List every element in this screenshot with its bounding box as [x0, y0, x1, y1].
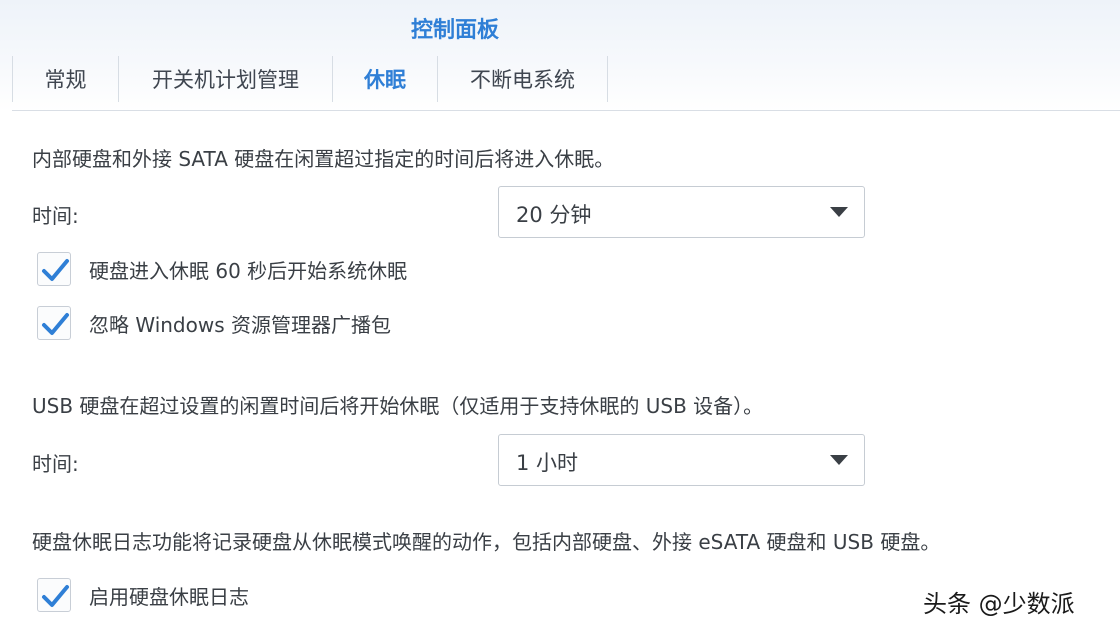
hibernation-log-checkbox[interactable]	[37, 578, 71, 612]
ignore-broadcast-option[interactable]: 忽略 Windows 资源管理器广播包	[37, 306, 391, 340]
hibernation-log-label: 启用硬盘休眠日志	[89, 584, 249, 609]
system-hibernate-option[interactable]: 硬盘进入休眠 60 秒后开始系统休眠	[37, 252, 407, 286]
ignore-broadcast-checkbox[interactable]	[37, 306, 71, 340]
watermark: 头条 @少数派	[923, 590, 1075, 618]
window-header: 控制面板 常规 开关机计划管理 休眠 不断电系统	[0, 0, 1120, 112]
system-hibernate-label: 硬盘进入休眠 60 秒后开始系统休眠	[89, 258, 408, 283]
tab-hibernation[interactable]: 休眠	[333, 56, 438, 102]
window-title: 控制面板	[410, 18, 499, 43]
tab-general[interactable]: 常规	[13, 56, 119, 102]
checkmark-icon	[42, 259, 69, 281]
system-hibernate-checkbox[interactable]	[37, 252, 71, 286]
tab-bar: 常规 开关机计划管理 休眠 不断电系统	[12, 56, 608, 102]
usb-disk-description: USB 硬盘在超过设置的闲置时间后将开始休眠（仅适用于支持休眠的 USB 设备）…	[32, 394, 764, 418]
usb-time-select[interactable]: 1 小时	[498, 434, 865, 486]
internal-time-select[interactable]: 20 分钟	[498, 186, 865, 238]
internal-disk-description: 内部硬盘和外接 SATA 硬盘在闲置超过指定的时间后将进入休眠。	[32, 147, 615, 171]
tab-ups[interactable]: 不断电系统	[438, 56, 608, 102]
tab-divider	[12, 110, 1120, 111]
caret-down-icon	[830, 455, 848, 465]
usb-time-label: 时间:	[32, 452, 79, 476]
hibernation-log-description: 硬盘休眠日志功能将记录硬盘从休眠模式唤醒的动作，包括内部硬盘、外接 eSATA …	[32, 530, 941, 554]
caret-down-icon	[830, 207, 848, 217]
checkmark-icon	[42, 585, 69, 607]
internal-time-value: 20 分钟	[516, 203, 592, 227]
tab-power-schedule[interactable]: 开关机计划管理	[119, 56, 333, 102]
hibernation-log-option[interactable]: 启用硬盘休眠日志	[37, 578, 249, 612]
checkmark-icon	[42, 313, 69, 335]
internal-time-label: 时间:	[32, 204, 79, 228]
ignore-broadcast-label: 忽略 Windows 资源管理器广播包	[89, 312, 391, 337]
usb-time-value: 1 小时	[516, 451, 579, 475]
